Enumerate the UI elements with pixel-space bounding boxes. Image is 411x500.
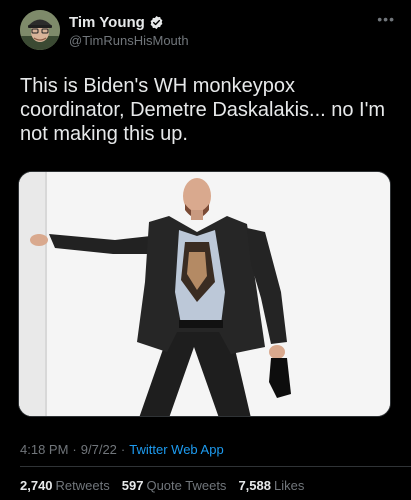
display-name[interactable]: Tim Young: [69, 14, 145, 31]
tweet-time[interactable]: 4:18 PM: [20, 442, 68, 457]
quote-tweets-count: 597: [121, 478, 144, 493]
name-row: Tim Young: [69, 14, 189, 31]
tweet-source-link[interactable]: Twitter Web App: [129, 442, 223, 457]
meta-separator: ·: [120, 442, 126, 457]
tweet-stats: 2,740 Retweets 597 Quote Tweets 7,588 Likes: [20, 478, 304, 493]
user-info: Tim Young @TimRunsHisMouth: [69, 14, 189, 48]
likes-stat[interactable]: 7,588 Likes: [238, 478, 304, 493]
tweet-date[interactable]: 9/7/22: [81, 442, 117, 457]
retweets-label: Retweets: [55, 478, 110, 493]
divider: [20, 466, 411, 467]
user-handle[interactable]: @TimRunsHisMouth: [69, 33, 189, 48]
quote-tweets-stat[interactable]: 597 Quote Tweets: [122, 478, 227, 493]
retweets-count: 2,740: [20, 478, 53, 493]
likes-label: Likes: [273, 478, 305, 493]
quote-tweets-label: Quote Tweets: [146, 478, 227, 493]
likes-count: 7,588: [238, 478, 271, 493]
more-options-icon[interactable]: •••: [377, 12, 395, 26]
verified-badge-icon: [149, 15, 164, 30]
meta-separator: ·: [72, 442, 77, 457]
avatar[interactable]: [20, 10, 60, 50]
tweet-text: This is Biden's WH monkeypox coordinator…: [20, 75, 386, 145]
retweets-stat[interactable]: 2,740 Retweets: [20, 478, 110, 493]
tweet-card: Tim Young @TimRunsHisMouth ••• This is B…: [0, 0, 411, 500]
tweet-meta: 4:18 PM · 9/7/22 · Twitter Web App: [20, 442, 224, 457]
tweet-header: Tim Young @TimRunsHisMouth •••: [20, 10, 395, 56]
tweet-photo[interactable]: [18, 171, 391, 417]
